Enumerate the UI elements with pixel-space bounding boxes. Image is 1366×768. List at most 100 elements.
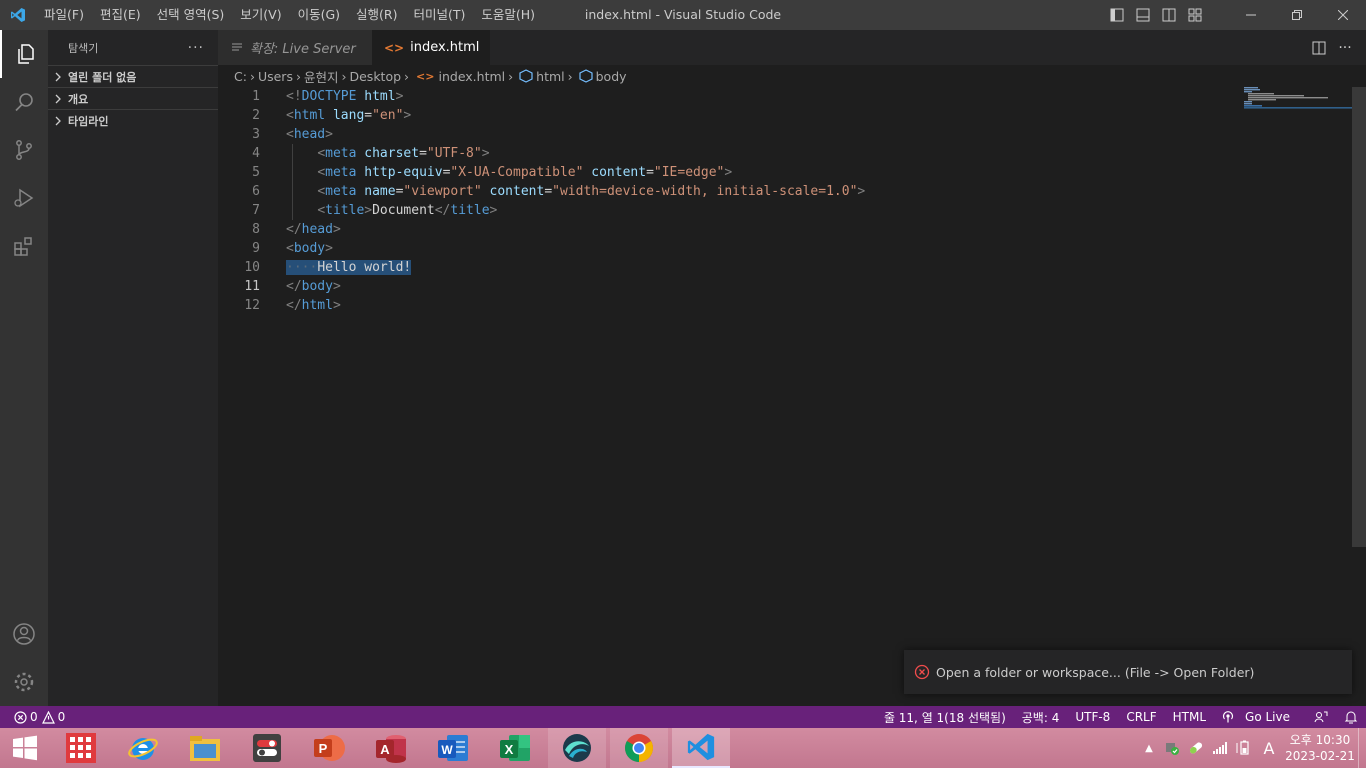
indentation[interactable]: 공백: 4 xyxy=(1014,709,1068,726)
pill-app-icon[interactable] xyxy=(1184,740,1208,756)
security-shield-icon[interactable] xyxy=(1160,740,1184,756)
code-line[interactable]: 8 </head> xyxy=(218,220,1348,239)
clock[interactable]: 오후 10:30 2023-02-21 xyxy=(1282,732,1358,764)
problems-indicator[interactable]: 0 0 xyxy=(0,710,65,724)
code-line[interactable]: 10 ····Hello world! xyxy=(218,258,1348,277)
menu-file[interactable]: 파일(F) xyxy=(36,0,92,30)
show-desktop-button[interactable] xyxy=(1358,728,1366,768)
breadcrumb-desktop[interactable]: Desktop xyxy=(349,69,401,84)
breadcrumb-users[interactable]: Users xyxy=(258,69,293,84)
search-icon[interactable] xyxy=(0,78,48,126)
language-mode[interactable]: HTML xyxy=(1165,710,1214,724)
chrome-icon[interactable] xyxy=(610,728,668,768)
code-line[interactable]: 5 <meta http-equiv="X-UA-Compatible" con… xyxy=(218,163,1348,182)
line-number: 6 xyxy=(252,184,260,199)
breadcrumb: C: › Users › 윤현지 › Desktop › <> index.ht… xyxy=(218,65,1366,87)
code-line[interactable]: 12 </html> xyxy=(218,296,1348,315)
code-line[interactable]: 3 <head> xyxy=(218,125,1348,144)
windows-start-icon[interactable] xyxy=(0,728,50,768)
line-content: </body> xyxy=(286,279,341,294)
clock-time: 오후 10:30 xyxy=(1289,733,1351,747)
run-debug-icon[interactable] xyxy=(0,174,48,222)
code-line[interactable]: 11 </body> xyxy=(218,277,1348,296)
line-number: 9 xyxy=(252,241,260,256)
minimize-icon[interactable] xyxy=(1228,0,1274,30)
notification-toast[interactable]: Open a folder or workspace... (File -> O… xyxy=(904,650,1352,694)
internet-explorer-icon[interactable] xyxy=(114,728,172,768)
encoding[interactable]: UTF-8 xyxy=(1067,710,1118,724)
menu-view[interactable]: 보기(V) xyxy=(232,0,289,30)
code-editor[interactable]: 1 <!DOCTYPE html> 2 <html lang="en"> 3 <head>… xyxy=(218,87,1366,706)
powerpoint-icon[interactable]: P xyxy=(300,728,358,768)
network-signal-icon[interactable] xyxy=(1208,741,1232,755)
code-line[interactable]: 4 <meta charset="UTF-8"> xyxy=(218,144,1348,163)
menu-edit[interactable]: 편집(E) xyxy=(92,0,149,30)
editor-more-icon[interactable]: ··· xyxy=(1332,30,1358,65)
access-icon[interactable]: A xyxy=(362,728,420,768)
breadcrumb-user[interactable]: 윤현지 xyxy=(304,67,339,86)
notifications-bell-icon[interactable] xyxy=(1336,710,1366,724)
line-content: <meta charset="UTF-8"> xyxy=(317,146,490,161)
sidebar-more-icon[interactable]: ··· xyxy=(188,40,204,56)
app-grid-icon[interactable] xyxy=(52,728,110,768)
error-icon xyxy=(14,710,27,724)
menu-help[interactable]: 도움말(H) xyxy=(473,0,543,30)
chevron-right-icon: › xyxy=(295,68,301,84)
toggle-panel-icon[interactable] xyxy=(1130,0,1156,30)
menu-run[interactable]: 실행(R) xyxy=(348,0,405,30)
line-content: <meta name="viewport" content="width=dev… xyxy=(317,184,866,199)
breadcrumb-html[interactable]: html xyxy=(536,69,564,84)
svg-text:W: W xyxy=(441,743,453,757)
end-of-line[interactable]: CRLF xyxy=(1118,710,1164,724)
extensions-icon[interactable] xyxy=(0,222,48,270)
menu-terminal[interactable]: 터미널(T) xyxy=(406,0,474,30)
breadcrumb-body[interactable]: body xyxy=(596,69,627,84)
toggle-secondary-sidebar-icon[interactable] xyxy=(1156,0,1182,30)
cursor-position[interactable]: 줄 11, 열 1(18 선택됨) xyxy=(876,709,1014,726)
code-line[interactable]: 1 <!DOCTYPE html> xyxy=(218,87,1348,106)
tab-live-server[interactable]: 확장: Live Server xyxy=(218,30,372,65)
toggle-sidebar-icon[interactable] xyxy=(1104,0,1130,30)
section-outline[interactable]: 개요 xyxy=(48,87,218,109)
vscode-taskbar-icon[interactable] xyxy=(672,728,730,768)
tab-index-html[interactable]: <> index.html xyxy=(372,30,490,65)
minimap[interactable] xyxy=(1242,87,1352,109)
menu-selection[interactable]: 선택 영역(S) xyxy=(149,0,233,30)
feedback-icon[interactable] xyxy=(1306,710,1336,724)
accounts-icon[interactable] xyxy=(0,610,48,658)
code-line[interactable]: 2 <html lang="en"> xyxy=(218,106,1348,125)
restore-icon[interactable] xyxy=(1274,0,1320,30)
customize-layout-icon[interactable] xyxy=(1182,0,1208,30)
app-swirl-icon[interactable] xyxy=(548,728,606,768)
explorer-icon[interactable] xyxy=(0,30,48,78)
section-label: 개요 xyxy=(68,92,89,106)
section-label: 열린 폴더 없음 xyxy=(68,70,137,84)
section-open-folder[interactable]: 열린 폴더 없음 xyxy=(48,65,218,87)
warning-count: 0 xyxy=(57,710,66,724)
file-explorer-icon[interactable] xyxy=(176,728,234,768)
excel-icon[interactable]: X xyxy=(486,728,544,768)
breadcrumb-drive[interactable]: C: xyxy=(234,69,247,84)
source-control-icon[interactable] xyxy=(0,126,48,174)
menu-go[interactable]: 이동(G) xyxy=(290,0,348,30)
editor-scrollbar[interactable] xyxy=(1352,87,1366,547)
chevron-right-icon: › xyxy=(567,68,573,84)
toggle-app-icon[interactable] xyxy=(238,728,296,768)
code-line[interactable]: 7 <title>Document</title> xyxy=(218,201,1348,220)
line-number: 10 xyxy=(244,260,260,275)
section-timeline[interactable]: 타임라인 xyxy=(48,109,218,131)
split-editor-icon[interactable] xyxy=(1306,30,1332,65)
go-live-button[interactable]: Go Live xyxy=(1214,710,1306,724)
ime-indicator[interactable]: A xyxy=(1256,739,1282,758)
line-content: <title>Document</title> xyxy=(317,203,498,218)
close-icon[interactable] xyxy=(1320,0,1366,30)
code-line[interactable]: 6 <meta name="viewport" content="width=d… xyxy=(218,182,1348,201)
line-content: <html lang="en"> xyxy=(286,108,412,123)
breadcrumb-file[interactable]: index.html xyxy=(438,69,505,84)
word-icon[interactable]: W xyxy=(424,728,482,768)
code-line[interactable]: 9 <body> xyxy=(218,239,1348,258)
vscode-logo-icon xyxy=(0,0,36,30)
battery-icon[interactable] xyxy=(1232,740,1256,756)
tray-expand-icon[interactable]: ▲ xyxy=(1138,743,1160,754)
settings-gear-icon[interactable] xyxy=(0,658,48,706)
